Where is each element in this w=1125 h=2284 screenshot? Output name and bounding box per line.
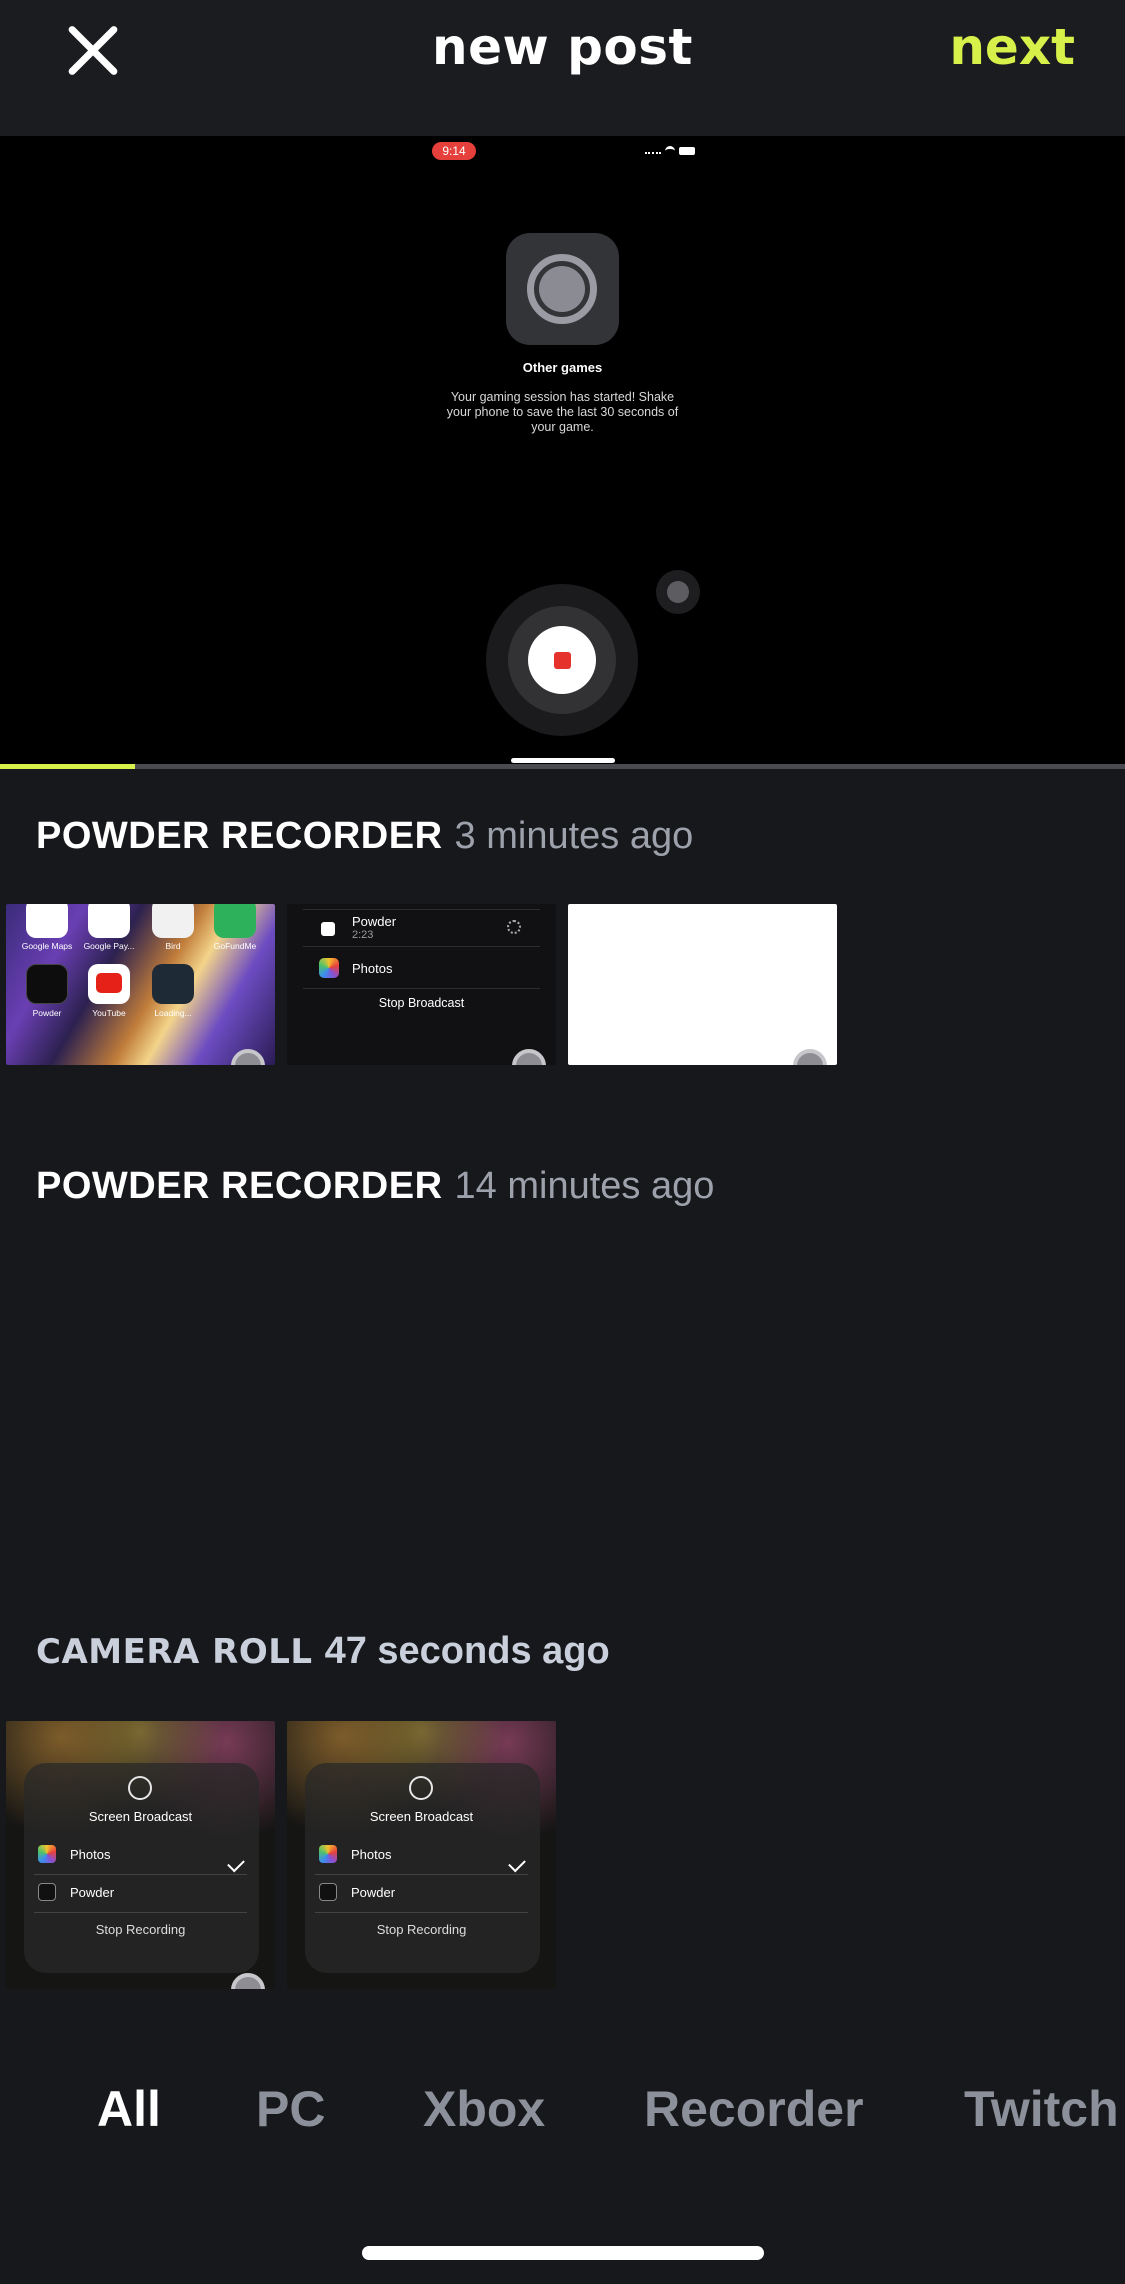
broadcast-row-label: Powder: [70, 1885, 115, 1900]
section-time: 14 minutes ago: [454, 1165, 715, 1207]
tab-pc[interactable]: PC: [256, 2080, 325, 2138]
signal-icon: [645, 149, 661, 154]
game-app-icon: [506, 233, 619, 345]
app-label: Loading...: [154, 1008, 192, 1018]
home-indicator: [362, 2246, 764, 2260]
loading-app-icon: [152, 964, 194, 1004]
top-bar: new post next: [0, 0, 1125, 136]
tab-twitch[interactable]: Twitch: [964, 2080, 1119, 2138]
photos-icon: [38, 1845, 56, 1863]
video-progress-fill: [0, 764, 135, 769]
clip-thumbnail[interactable]: Google Maps Google Pay... Bird GoFundMe …: [6, 904, 275, 1065]
app-label: Powder: [32, 1008, 62, 1018]
broadcast-row-label: Photos: [351, 1847, 392, 1862]
broadcast-row-sub: 2:23: [352, 929, 374, 941]
select-indicator: [231, 1973, 265, 1989]
broadcast-row-label: Powder: [351, 1885, 396, 1900]
app-label: Bird: [165, 941, 181, 951]
section-source: POWDER RECORDER: [36, 1165, 443, 1207]
stop-recording-label: Stop Recording: [376, 1922, 467, 1937]
broadcast-row-label: Photos: [70, 1847, 111, 1862]
assistive-touch-icon: [656, 570, 700, 614]
video-progress-bar[interactable]: [0, 764, 1125, 769]
broadcast-icon: [128, 1776, 152, 1800]
select-indicator: [793, 1049, 827, 1065]
app-label: YouTube: [92, 1008, 126, 1018]
broadcast-row-label: Powder: [352, 914, 397, 929]
powder-app-icon: [319, 1883, 337, 1901]
broadcast-icon: [409, 1776, 433, 1800]
tab-recorder[interactable]: Recorder: [644, 2080, 864, 2138]
status-time: 9:14: [432, 142, 476, 160]
gofundme-icon: [214, 904, 256, 938]
app-label: GoFundMe: [213, 941, 257, 951]
stop-broadcast-label: Stop Broadcast: [378, 996, 465, 1010]
stop-icon: [554, 652, 571, 669]
app-label: Google Pay...: [83, 941, 135, 951]
section-header: POWDER RECORDER 14 minutes ago: [36, 1165, 714, 1208]
filter-tabs: All PC Xbox Recorder Twitch: [0, 2080, 1125, 2150]
youtube-icon: [88, 964, 130, 1004]
section-header: POWDER RECORDER 3 minutes ago: [36, 815, 693, 858]
game-description: Your gaming session has started! Shake y…: [446, 390, 679, 434]
clip-thumbnail[interactable]: Screen Broadcast Photos Powder Stop Reco…: [287, 1721, 556, 1989]
tab-all[interactable]: All: [97, 2080, 161, 2138]
next-button[interactable]: next: [949, 18, 1075, 76]
spinner-icon: [507, 920, 521, 934]
select-indicator: [512, 1049, 546, 1065]
powder-app-icon: [38, 1883, 56, 1901]
google-pay-icon: [88, 904, 130, 938]
select-indicator: [231, 1049, 265, 1065]
google-maps-icon: [26, 904, 68, 938]
game-title: Other games: [522, 360, 603, 375]
section-source: CAMERA ROLL: [36, 1632, 313, 1672]
broadcast-row-label: Photos: [352, 961, 393, 976]
powder-app-icon: [321, 922, 335, 936]
wifi-icon: [665, 146, 675, 156]
status-icons: [645, 145, 695, 157]
clip-thumbnail[interactable]: [568, 904, 837, 1065]
section-header: CAMERA ROLL 47 seconds ago: [36, 1630, 610, 1673]
photos-icon: [319, 958, 339, 978]
stop-recording-label: Stop Recording: [95, 1922, 186, 1937]
photos-icon: [319, 1845, 337, 1863]
section-time: 47 seconds ago: [324, 1630, 610, 1672]
broadcast-title: Screen Broadcast: [88, 1809, 193, 1824]
preview-home-indicator: [511, 758, 615, 763]
powder-app-icon: [26, 964, 68, 1004]
battery-icon: [679, 147, 695, 155]
tab-xbox[interactable]: Xbox: [423, 2080, 545, 2138]
app-label: Google Maps: [21, 941, 73, 951]
section-source: POWDER RECORDER: [36, 815, 443, 857]
broadcast-title: Screen Broadcast: [369, 1809, 474, 1824]
clip-thumbnail[interactable]: Screen Broadcast Photos Powder Stop Reco…: [6, 1721, 275, 1989]
clip-thumbnail[interactable]: Powder 2:23 Photos Stop Broadcast: [287, 904, 556, 1065]
video-preview[interactable]: 9:14 Other games Your gaming session has…: [0, 136, 1125, 764]
section-time: 3 minutes ago: [454, 815, 694, 857]
bird-icon: [152, 904, 194, 938]
